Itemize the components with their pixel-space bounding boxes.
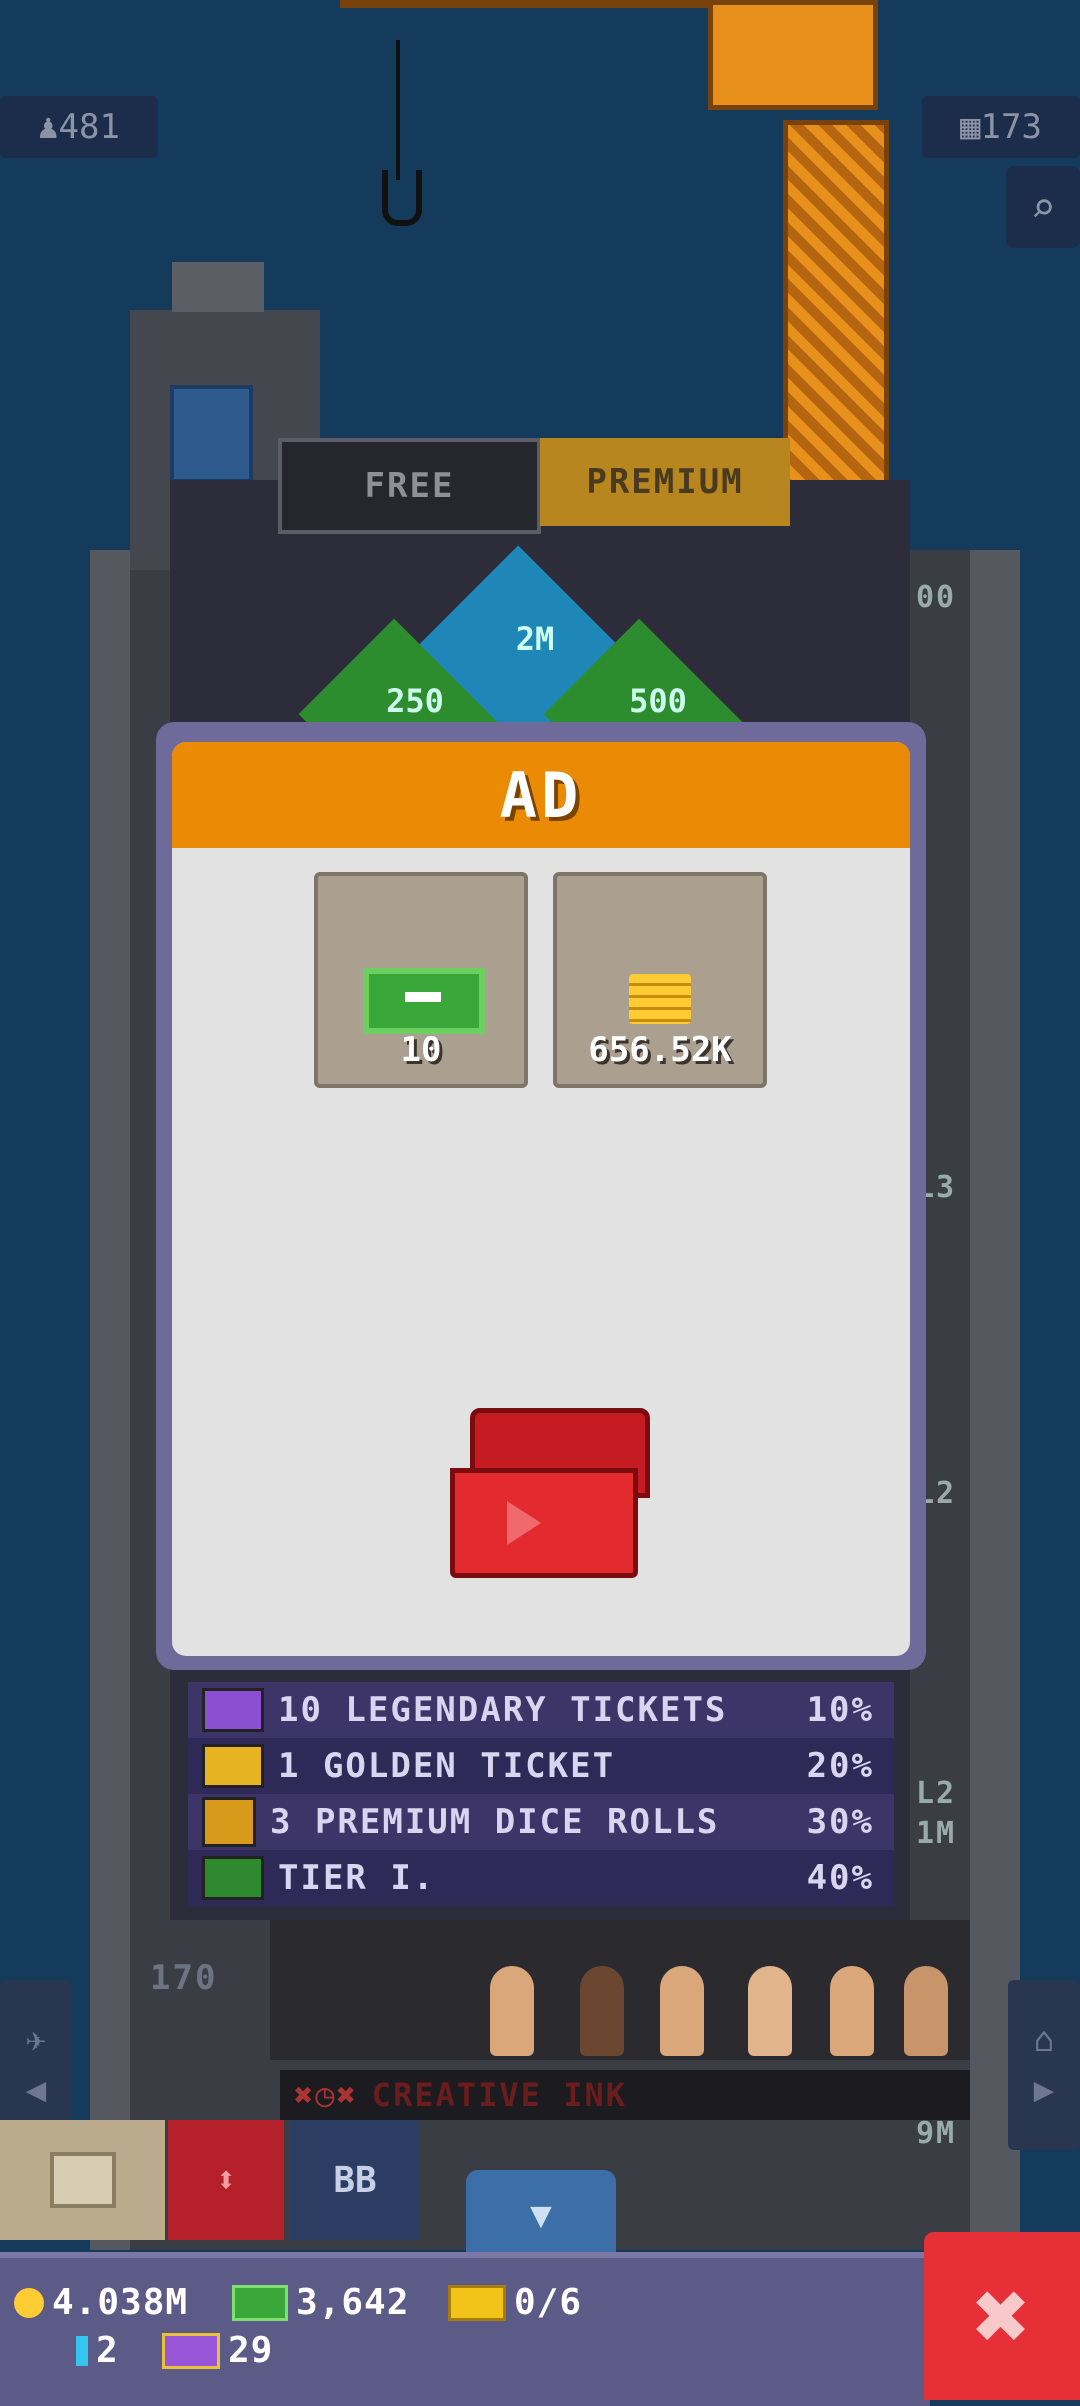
crane-arm (340, 0, 720, 8)
legendary-ticket-icon (162, 2332, 220, 2369)
gem-icon (76, 2335, 88, 2366)
bitizen-avatar (660, 1966, 704, 2056)
grid-tile-top-label: 2M (515, 620, 555, 658)
list-item: TIER I. 40% (188, 1850, 894, 1906)
reward-amount: 656.52K (588, 1030, 732, 1070)
status-icons: ✖◷✖ (294, 2076, 358, 2114)
video-chest-icon[interactable] (450, 1408, 650, 1578)
storage-box-button[interactable] (0, 2120, 165, 2240)
bitizen-avatar (904, 1966, 948, 2056)
coins-icon (629, 974, 691, 1024)
bitizen-avatar (490, 1966, 534, 2056)
coins-stat: 4.038M (14, 2282, 188, 2323)
chevron-left-icon: ◀ (25, 2070, 47, 2110)
ad-dialog-title: AD (172, 742, 910, 848)
grid-tile-right-label: 500 (629, 682, 687, 720)
up-down-arrows-icon: ⬍ (215, 2159, 237, 2201)
chevron-down-icon: ▼ (530, 2194, 552, 2236)
elevator-button[interactable]: ⬍ (168, 2120, 284, 2240)
floor-number: 170 (150, 1958, 218, 1998)
golden-ticket-icon (448, 2284, 506, 2321)
chevron-right-icon: ▶ (1033, 2070, 1055, 2110)
building-icon: ▦ (960, 107, 981, 147)
reward-amount: 10 (400, 1030, 442, 1070)
bux-stat: 3,642 (232, 2282, 409, 2323)
roof-vent (172, 262, 264, 312)
population-counter[interactable]: ♟ 481 (0, 96, 158, 158)
roof-door (170, 385, 253, 483)
crane-cable (396, 40, 400, 180)
green-crate-icon (202, 1856, 264, 1900)
tower-floor-label: 00 (916, 580, 957, 615)
bitizen-avatar (830, 1966, 874, 2056)
reward-card-coins: 656.52K (553, 872, 767, 1088)
play-icon (507, 1501, 541, 1545)
bux-ticket-icon (363, 968, 485, 1034)
bux-ticket-icon (232, 2284, 288, 2321)
crane-mast (783, 120, 889, 510)
person-icon: ✈ (25, 2020, 47, 2060)
person-icon: ♟ (38, 107, 59, 147)
floor-counter[interactable]: ▦ 173 (922, 96, 1080, 158)
close-icon: ✖ (973, 2260, 1031, 2372)
floor-name-sign: ✖◷✖ CREATIVE INK (280, 2070, 970, 2120)
bitizen-avatar (748, 1966, 792, 2056)
dice-icon (202, 1797, 256, 1847)
grid-tile-left-label: 250 (386, 682, 444, 720)
reward-card-bux: 10 (314, 872, 528, 1088)
magnifier-icon[interactable]: ⌕ (1006, 166, 1080, 248)
list-item: 10 LEGENDARY TICKETS 10% (188, 1682, 894, 1738)
chest-body (450, 1468, 638, 1578)
gems-stat: 2 (76, 2330, 119, 2371)
tab-free[interactable]: FREE (278, 438, 541, 534)
golden-ticket-icon (202, 1744, 264, 1788)
tab-premium[interactable]: PREMIUM (540, 438, 790, 526)
home-right-button[interactable]: ⌂ ▶ (1008, 1980, 1080, 2150)
box-icon (49, 2152, 116, 2208)
golden-ticket-stat: 0/6 (448, 2282, 582, 2323)
legendary-ticket-icon (202, 1688, 264, 1732)
bitbook-button[interactable]: BB (290, 2120, 420, 2240)
list-item: 3 PREMIUM DICE ROLLS 30% (188, 1794, 894, 1850)
close-button[interactable]: ✖ (924, 2232, 1080, 2400)
tower-pillar-left (90, 550, 130, 2250)
list-item: 1 GOLDEN TICKET 20% (188, 1738, 894, 1794)
prize-odds-list: 10 LEGENDARY TICKETS 10% 1 GOLDEN TICKET… (188, 1682, 894, 1906)
crane-hook-icon (382, 170, 422, 226)
legendary-ticket-stat: 29 (162, 2330, 273, 2371)
tower-side-label: 1M (916, 1816, 957, 1851)
home-icon: ⌂ (1033, 2020, 1055, 2060)
bitizen-avatar (580, 1966, 624, 2056)
crane-cabin (708, 0, 878, 110)
coin-icon (14, 2287, 44, 2318)
tower-side-label: L2 (916, 1776, 957, 1811)
resource-bar (0, 2252, 930, 2406)
collapse-toolbar-button[interactable]: ▼ (466, 2170, 616, 2260)
tower-side-label: 9M (916, 2116, 957, 2151)
